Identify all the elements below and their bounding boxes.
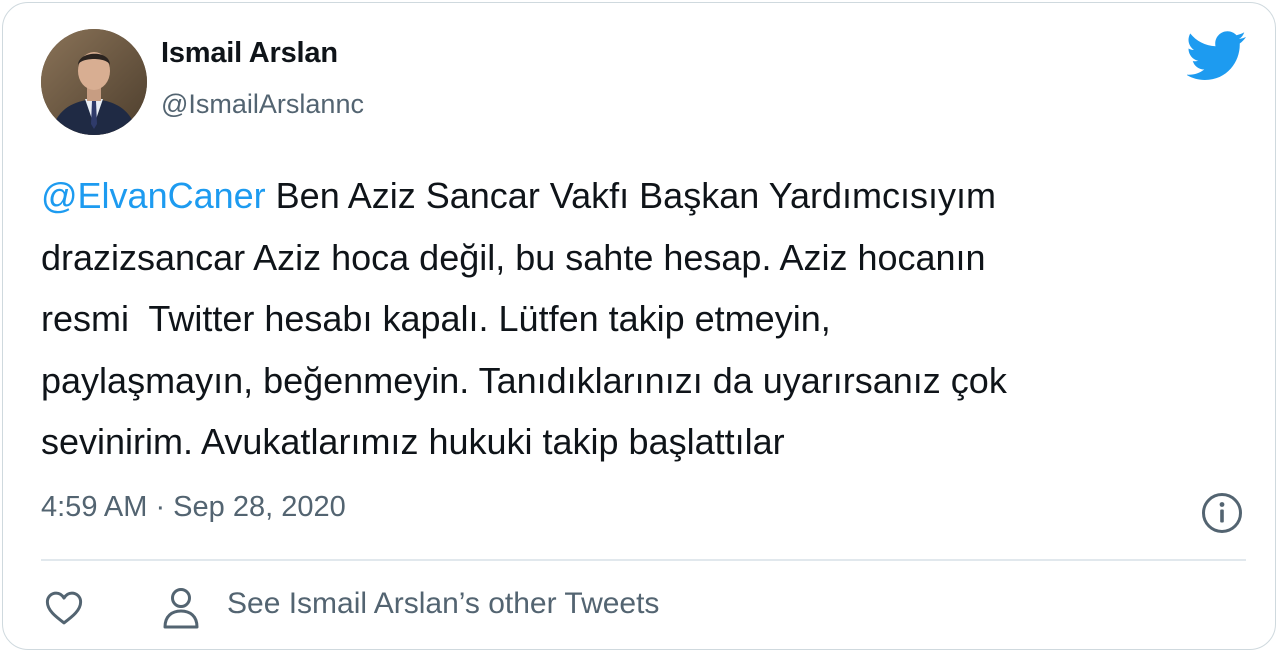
avatar[interactable] <box>41 29 147 135</box>
user-icon[interactable] <box>161 586 201 630</box>
divider <box>41 559 1246 561</box>
heart-icon[interactable] <box>43 587 85 629</box>
tweet-card: Ismail Arslan @IsmailArslannc @ElvanCane… <box>2 2 1276 650</box>
tweet-line: drazizsancar Aziz hoca değil, bu sahte h… <box>41 236 986 278</box>
tweet-line: Ben Aziz Sancar Vakfı Başkan Yardımcısıy… <box>265 175 996 216</box>
tweet-text: @ElvanCaner Ben Aziz Sancar Vakfı Başkan… <box>41 165 1241 473</box>
mention-link[interactable]: @ElvanCaner <box>41 175 266 216</box>
tweet-line: paylaşmayın, beğenmeyin. Tanıdıklarınızı… <box>41 359 1007 401</box>
twitter-bird-icon[interactable] <box>1186 31 1247 81</box>
author-name[interactable]: Ismail Arslan <box>161 37 338 70</box>
tweet-timestamp[interactable]: 4:59 AM · Sep 28, 2020 <box>41 491 346 524</box>
info-icon[interactable] <box>1201 492 1243 534</box>
see-other-tweets-link[interactable]: See Ismail Arslan’s other Tweets <box>227 587 659 621</box>
tweet-line: resmi Twitter hesabı kapalı. Lütfen taki… <box>41 298 831 339</box>
author-handle[interactable]: @IsmailArslannc <box>161 89 364 120</box>
tweet-line: sevinirim. Avukatlarımız hukuki takip ba… <box>41 421 785 462</box>
